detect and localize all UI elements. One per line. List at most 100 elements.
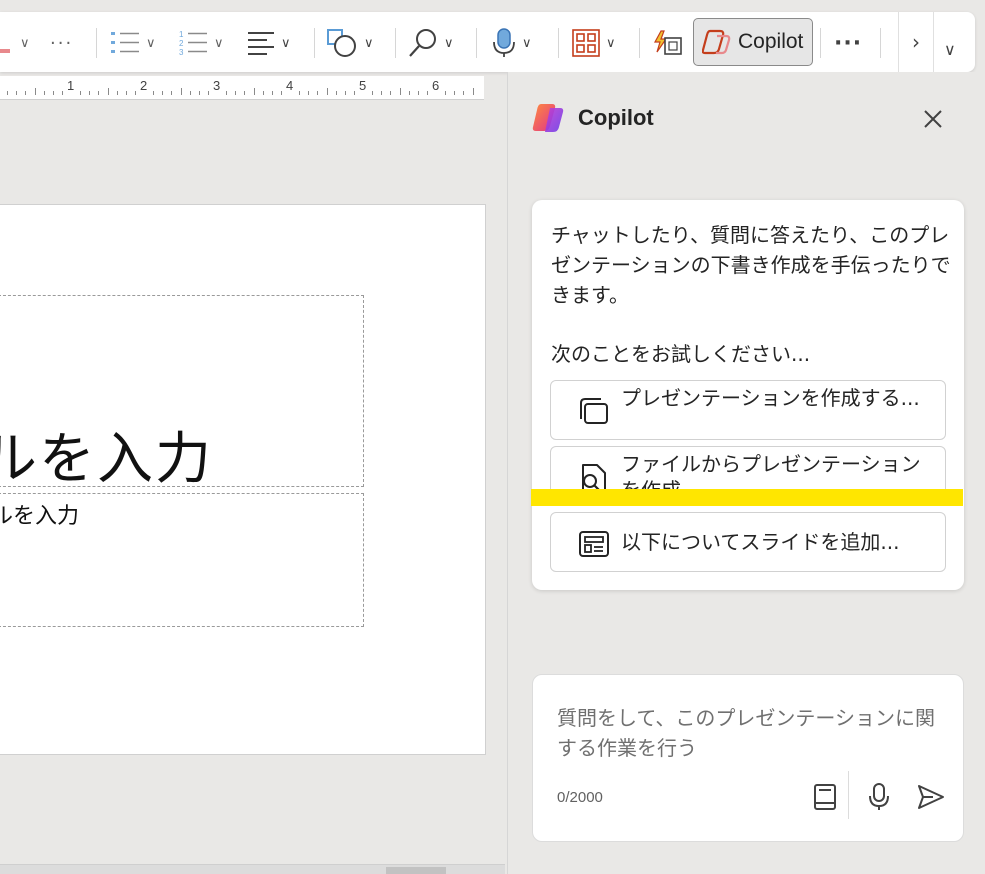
book-icon	[814, 784, 836, 810]
ruler-tick	[463, 91, 465, 95]
intro-text: チャットしたり、質問に答えたり、このプレゼンテーションの下書き作成を手伝ったりで…	[551, 223, 951, 307]
suggestion-label: 以下についてスライドを追加...	[621, 530, 900, 554]
ruler-tick	[180, 88, 182, 95]
copilot-button-label: Copilot	[738, 30, 804, 53]
suggestion-create-presentation[interactable]: プレゼンテーションを作成する...	[550, 380, 946, 440]
ruler-tick	[43, 91, 45, 95]
copilot-icon	[702, 29, 731, 55]
suggestion-label: プレゼンテーションを作成する...	[621, 386, 920, 410]
font-color-icon	[0, 49, 10, 53]
ruler-tick	[399, 88, 401, 95]
ruler-tick	[335, 91, 337, 95]
ruler-tick	[372, 91, 374, 95]
bullets-button[interactable]: ∨	[110, 26, 156, 60]
ruler-tick	[262, 91, 264, 95]
scroll-ribbon-right-button[interactable]: ›	[898, 12, 934, 72]
ruler-tick	[445, 91, 447, 95]
font-color-button[interactable]: ∨	[0, 26, 30, 60]
chevron-down-icon: ∨	[522, 35, 532, 51]
shapes-icon	[327, 29, 356, 57]
microphone-button[interactable]	[861, 779, 897, 815]
chevron-right-icon: ›	[912, 30, 920, 54]
dictate-icon	[493, 28, 515, 57]
character-counter: 0/2000	[557, 789, 603, 806]
ruler-tick	[390, 91, 392, 95]
align-icon	[248, 32, 274, 55]
svg-text:2: 2	[179, 39, 184, 48]
chevron-down-icon: ∨	[20, 35, 30, 51]
ruler-tick	[244, 91, 246, 95]
title-placeholder[interactable]: ルを入力	[0, 295, 364, 487]
ruler-tick	[326, 88, 328, 95]
ruler-tick	[198, 91, 200, 95]
chevron-down-icon: ∨	[444, 35, 454, 51]
ruler-tick	[116, 91, 118, 95]
ruler-tick	[162, 91, 164, 95]
convert-icon	[653, 30, 682, 55]
ruler-tick	[317, 91, 319, 95]
find-button[interactable]: ∨	[408, 26, 454, 60]
more-options-button[interactable]: ···	[834, 26, 862, 60]
more-icon: ···	[834, 30, 863, 56]
ruler-tick	[7, 91, 9, 95]
highlight-marker	[531, 489, 963, 506]
subtitle-placeholder[interactable]: ルを入力	[0, 493, 364, 627]
ruler-number: 6	[432, 78, 440, 93]
svg-text:1: 1	[179, 30, 184, 39]
ruler-tick	[98, 91, 100, 95]
chevron-down-icon: ∨	[944, 40, 956, 59]
collapse-ribbon-button[interactable]: ∨	[944, 40, 956, 59]
ruler-tick	[25, 91, 27, 95]
ruler-number: 5	[359, 78, 367, 93]
ruler-number: 4	[286, 78, 294, 93]
chat-input-placeholder[interactable]: 質問をして、このプレゼンテーションに関する作業を行う	[557, 703, 947, 763]
separator	[880, 28, 881, 58]
shapes-button[interactable]: ∨	[326, 26, 374, 60]
ruler-number: 1	[67, 78, 75, 93]
scrollbar-thumb[interactable]	[386, 867, 446, 874]
close-pane-button[interactable]	[920, 106, 946, 132]
welcome-card: チャットしたり、質問に答えたり、このプレゼンテーションの下書き作成を手伝ったりで…	[532, 200, 964, 590]
separator	[558, 28, 559, 58]
send-icon	[918, 785, 944, 809]
ruler-tick	[189, 91, 191, 95]
slides-stack-icon	[580, 398, 608, 424]
more-icon: ···	[50, 32, 74, 54]
separator	[820, 28, 821, 58]
align-button[interactable]: ∨	[247, 26, 291, 60]
try-label: 次のことをお試しください...	[551, 342, 811, 366]
ruler-tick	[226, 91, 228, 95]
ruler-tick	[107, 88, 109, 95]
ruler-tick	[125, 91, 127, 95]
copilot-button[interactable]: Copilot	[693, 18, 813, 66]
send-button[interactable]	[913, 779, 949, 815]
subtitle-placeholder-text: ルを入力	[0, 504, 80, 529]
microphone-icon	[869, 783, 889, 810]
ruler-tick	[171, 91, 173, 95]
separator	[476, 28, 477, 58]
ruler-tick	[472, 88, 474, 95]
chat-input-box[interactable]: 質問をして、このプレゼンテーションに関する作業を行う 0/2000	[532, 674, 964, 842]
prompt-guide-button[interactable]	[807, 779, 843, 815]
designer-icon	[572, 29, 600, 57]
ruler-tick	[89, 91, 91, 95]
ruler-tick	[16, 91, 18, 95]
horizontal-scrollbar[interactable]	[0, 864, 505, 874]
numbering-button[interactable]: 123 ∨	[178, 26, 224, 60]
chevron-down-icon: ∨	[364, 35, 374, 51]
slide-layout-icon	[579, 531, 609, 557]
ruler-tick	[353, 91, 355, 95]
suggestion-add-slide[interactable]: 以下についてスライドを追加...	[550, 512, 946, 572]
dictate-button[interactable]: ∨	[492, 26, 532, 60]
designer-button[interactable]: ∨	[572, 26, 616, 60]
separator	[314, 28, 315, 58]
more-font-options-button[interactable]: ···	[50, 26, 73, 60]
convert-button[interactable]	[652, 26, 682, 60]
ruler-tick	[80, 91, 82, 95]
horizontal-ruler: 1 2 3 4 5 6	[0, 76, 484, 100]
separator	[639, 28, 640, 58]
ruler-tick	[454, 91, 456, 95]
copilot-logo-icon	[532, 104, 564, 132]
ruler-tick	[299, 91, 301, 95]
ruler-tick	[253, 88, 255, 95]
